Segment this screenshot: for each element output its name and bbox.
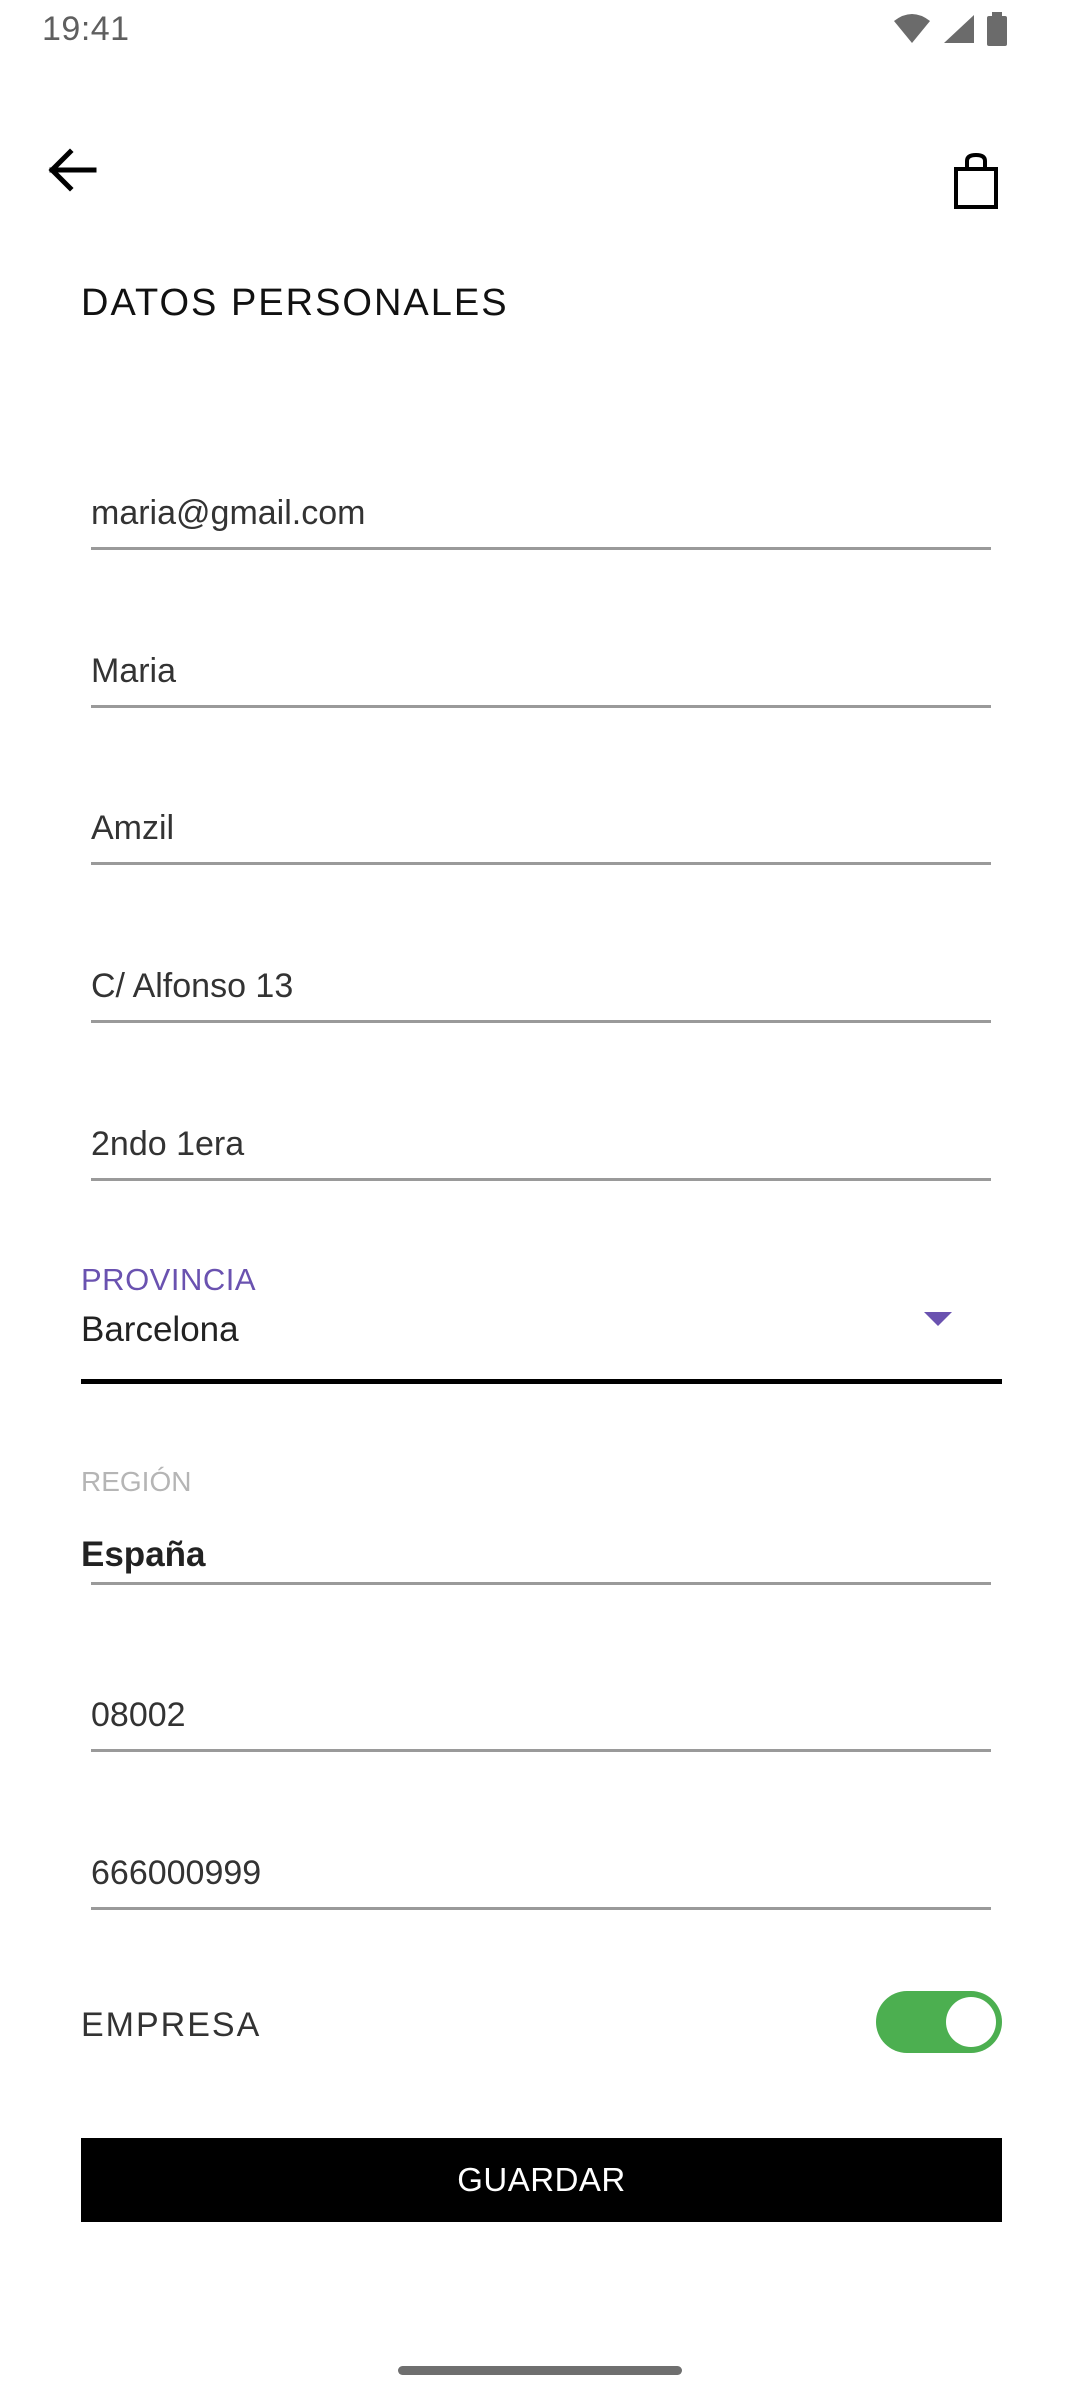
- caret-down-icon: [924, 1312, 952, 1326]
- toggle-knob: [946, 1997, 996, 2047]
- postal-code-field[interactable]: 08002: [91, 1695, 991, 1752]
- region-value: España: [81, 1535, 206, 1574]
- battery-icon: [986, 12, 1008, 51]
- signal-icon: [942, 13, 976, 50]
- address-line1-value: C/ Alfonso 13: [91, 967, 294, 1005]
- province-value: Barcelona: [81, 1310, 239, 1349]
- address-line1-field[interactable]: C/ Alfonso 13: [91, 966, 991, 1023]
- email-field[interactable]: maria@gmail.com: [91, 493, 991, 550]
- address-line2-underline: [91, 1178, 991, 1181]
- first-name-field[interactable]: Maria: [91, 651, 991, 708]
- first-name-underline: [91, 705, 991, 708]
- home-indicator[interactable]: [398, 2366, 682, 2375]
- wifi-icon: [892, 13, 932, 50]
- save-button[interactable]: GUARDAR: [81, 2138, 1002, 2222]
- company-label: EMPRESA: [81, 2006, 262, 2044]
- last-name-field[interactable]: Amzil: [91, 808, 991, 865]
- postal-code-value: 08002: [91, 1696, 186, 1734]
- back-button[interactable]: [40, 140, 104, 204]
- postal-code-underline: [91, 1749, 991, 1752]
- province-underline: [81, 1379, 1002, 1384]
- status-time: 19:41: [42, 10, 130, 48]
- address-line2-field[interactable]: 2ndo 1era: [91, 1124, 991, 1181]
- email-value: maria@gmail.com: [91, 494, 366, 532]
- last-name-value: Amzil: [91, 809, 175, 847]
- region-underline: [91, 1582, 991, 1585]
- first-name-value: Maria: [91, 652, 177, 690]
- province-label: PROVINCIA: [81, 1262, 257, 1297]
- arrow-left-icon: [46, 147, 98, 197]
- email-underline: [91, 547, 991, 550]
- status-icons: [892, 12, 1008, 51]
- address-line2-value: 2ndo 1era: [91, 1125, 245, 1163]
- region-label: REGIÓN: [81, 1466, 192, 1497]
- company-toggle[interactable]: [876, 1991, 1002, 2053]
- province-dropdown[interactable]: PROVINCIA Barcelona: [81, 1262, 1002, 1384]
- cart-button[interactable]: [944, 150, 1008, 216]
- phone-underline: [91, 1907, 991, 1910]
- page-title: DATOS PERSONALES: [81, 282, 509, 324]
- phone-value: 666000999: [91, 1854, 262, 1892]
- phone-field[interactable]: 666000999: [91, 1853, 991, 1910]
- shopping-bag-icon: [953, 152, 999, 214]
- address-line1-underline: [91, 1020, 991, 1023]
- last-name-underline: [91, 862, 991, 865]
